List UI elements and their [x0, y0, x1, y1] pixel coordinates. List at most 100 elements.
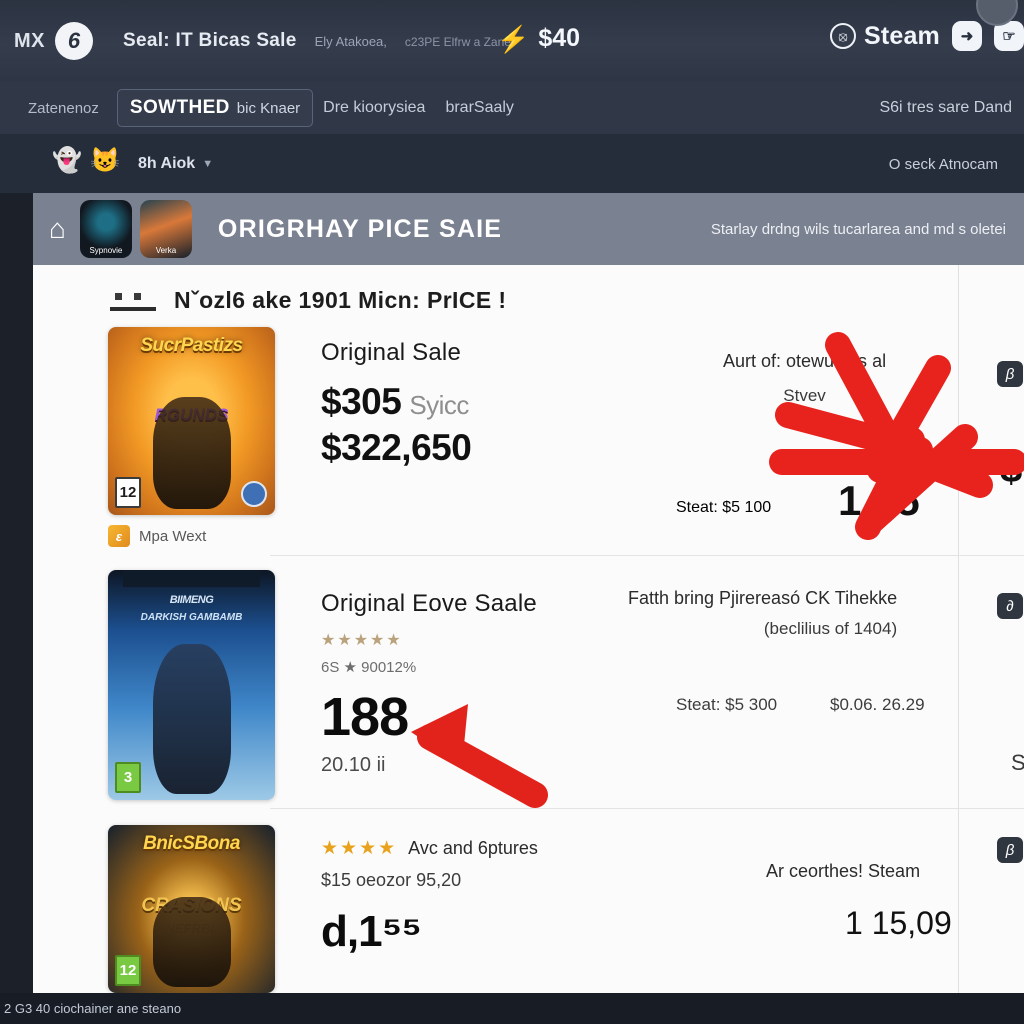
price-primary-value-1: $305: [321, 381, 402, 422]
price-sub-2: 20.10 ii: [321, 754, 386, 776]
edge-badge-2[interactable]: ∂: [997, 593, 1023, 619]
row-divider-1: [270, 555, 1024, 556]
wallet-amount[interactable]: ⚡ $40: [497, 24, 580, 53]
tab-active-weak: bic Knaer: [236, 100, 301, 117]
cover-subtitle-2: DARKISH GAMBAMB: [140, 612, 243, 623]
rating-line-3: $15 oeozor 95,20: [321, 870, 462, 890]
status-bar-text: 2 G3 40 ciochainer ane steano: [4, 1001, 182, 1016]
price-huge-2: 188: [321, 687, 409, 747]
right-note-1: Aurt of: otewu. Iss al: [723, 351, 887, 371]
banner-thumb-1-label: Sypnovie: [89, 246, 123, 255]
edge-badge-3[interactable]: β: [997, 837, 1023, 863]
star-label-3: Avc and 6ptures: [408, 838, 538, 858]
age-rating-badge-1: 12: [115, 477, 141, 508]
cover-title-2: BIIMENG: [169, 594, 214, 606]
ghost-icon: 👻: [52, 147, 82, 174]
star-rating-2: ★★★★★: [321, 632, 403, 649]
right-big-1: 1 05: [838, 477, 920, 524]
product-row-3[interactable]: BnicSBona CRASIONS ONEFRBLK 12 ★★★★ Avc …: [33, 825, 1024, 993]
bolt-icon: ⚡: [497, 23, 530, 54]
rating-line-2: 6S ★ 90012%: [321, 659, 417, 676]
right-big-3: 1 15,09: [845, 905, 952, 941]
banner-title: ORIGRHAY PICE SAIE: [217, 214, 503, 243]
status-bar: 2 G3 40 ciochainer ane steano: [0, 993, 1024, 1024]
cover-art-figure-2: [152, 644, 231, 794]
cursor-icon[interactable]: ➜: [952, 21, 982, 51]
platform-badge-1: [241, 481, 267, 507]
epic-icon: ε: [108, 525, 130, 547]
steam-label: Steam: [863, 21, 940, 50]
right-small-1: Steat: $5 100: [676, 499, 772, 516]
product-cover-1[interactable]: SucrPastizs RGUNDS 12: [108, 327, 275, 515]
home-icon[interactable]: ⌂: [49, 213, 66, 245]
cat-icon: 😺: [90, 147, 120, 174]
app-logo-icon: 6: [55, 22, 93, 60]
right-note2-1: Stvev: [783, 386, 826, 405]
star-line-3: ★★★★ Avc and 6ptures: [321, 837, 538, 860]
steam-logo-icon: ⦻: [829, 23, 856, 49]
nav-back-button[interactable]: Zatenenoz: [28, 100, 99, 117]
banner-note: Starlay drdng wils tucarlarea and md s o…: [710, 220, 1006, 238]
right-note-2: Fatth bring Pjirereasó CK Tihekke: [628, 588, 898, 608]
cover-title-1: SucrPastizs: [140, 335, 243, 356]
cover-art-figure-1: [152, 397, 231, 509]
cover-banner-strip-2: [123, 570, 260, 587]
nav-right-label[interactable]: S6i tres sare Dand: [879, 99, 1012, 117]
chevron-down-icon[interactable]: ▼: [202, 158, 213, 170]
steam-button[interactable]: ⦻ Steam: [829, 21, 940, 51]
price-secondary-1: $322,650: [321, 427, 472, 468]
right-price-2: $0.06. 26.29: [830, 695, 925, 714]
sale-banner: ⌂ Sypnovie Verka ORIGRHAY PICE SAIE Star…: [33, 193, 1024, 265]
sub-strip-label[interactable]: 8h Aiok: [138, 155, 195, 173]
product-cover-2[interactable]: BIIMENG DARKISH GAMBAMB 3: [108, 570, 275, 800]
row-divider-2: [270, 808, 1024, 809]
list-header-text: Nˇozl6 ake 1901 Micn: PrICE !: [174, 287, 507, 313]
tab-active-strong: SOWTHED: [129, 97, 230, 118]
list-header: Nˇozl6 ake 1901 Micn: PrICE !: [108, 287, 506, 314]
product-row-1[interactable]: SucrPastizs RGUNDS 12 ε Mpa Wext Origina…: [33, 327, 1024, 557]
tab-browse[interactable]: brarSaaly: [435, 92, 523, 124]
right-small-2: Steat: $5 300: [676, 695, 778, 714]
content-panel: Nˇozl6 ake 1901 Micn: PrICE ! SucrPastiz…: [33, 265, 1024, 993]
tab-discovery[interactable]: Dre kioorysiea: [313, 92, 435, 124]
banner-thumb-2[interactable]: Verka: [139, 200, 192, 258]
product-row-2[interactable]: BIIMENG DARKISH GAMBAMB 3 Original Eove …: [33, 570, 1024, 810]
store-line-1[interactable]: ε Mpa Wext: [108, 525, 206, 547]
banner-thumb-1[interactable]: Sypnovie: [79, 200, 132, 258]
breadcrumb[interactable]: Seal: IT Bicas Sale Ely Atakoea, c23PE E…: [123, 30, 511, 52]
title-bar: MX 6 Seal: IT Bicas Sale Ely Atakoea, c2…: [0, 0, 1024, 82]
price-huge-3: d,1⁵⁵: [321, 907, 422, 956]
edge-s-2: S: [1011, 750, 1024, 775]
product-info-1: Original Sale $305 Syicc $322,650: [321, 339, 472, 469]
right-note2-2: (beclilius of 1404): [763, 619, 898, 638]
store-name-1: Mpa Wext: [139, 527, 207, 545]
edge-price-1: $: [1000, 447, 1023, 491]
edge-badge-1[interactable]: β: [997, 361, 1023, 387]
breadcrumb-sub: Ely Atakoea,: [314, 34, 387, 49]
product-cover-3[interactable]: BnicSBona CRASIONS ONEFRBLK 12: [108, 825, 275, 993]
right-note-3: Ar ceorthes! Steam: [766, 861, 921, 881]
breadcrumb-main: Seal: IT Bicas Sale: [123, 30, 297, 51]
age-rating-badge-2: 3: [115, 762, 141, 793]
product-info-3: ★★★★ Avc and 6ptures $15 oeozor 95,20 d,…: [321, 837, 538, 957]
product-right-1: Aurt of: otewu. Iss al Stvev: [723, 351, 886, 406]
list-mark-icon: [108, 291, 160, 311]
app-screen: MX 6 Seal: IT Bicas Sale Ely Atakoea, c2…: [0, 0, 1024, 1024]
sub-strip-right-label[interactable]: O seck Atnocam: [889, 156, 998, 173]
breadcrumb-extra: c23PE Elfrw a Zane: [404, 35, 511, 49]
product-title-2: Original Eove Saale: [321, 590, 537, 617]
cover-title-3: BnicSBona: [143, 833, 240, 854]
app-mark: MX: [14, 29, 45, 52]
product-title-1: Original Sale: [321, 339, 462, 366]
price-primary-note-1: Syicc: [409, 390, 469, 420]
wallet-amount-label: $40: [538, 24, 581, 52]
age-rating-badge-3: 12: [115, 955, 141, 986]
banner-thumb-2-label: Verka: [155, 246, 177, 255]
price-primary-1: $305 Syicc: [321, 381, 471, 423]
star-rating-3: ★★★★: [321, 838, 398, 859]
nav-bar: Zatenenoz SOWTHED bic Knaer Dre kioorysi…: [0, 82, 1024, 135]
cover-art-figure-3: [152, 897, 231, 987]
product-info-2: Original Eove Saale ★★★★★ 6S ★ 90012% 18…: [321, 590, 537, 777]
product-right-2: Fatth bring Pjirereasó CK Tihekke (becli…: [628, 588, 897, 639]
tab-active[interactable]: SOWTHED bic Knaer: [116, 89, 314, 127]
